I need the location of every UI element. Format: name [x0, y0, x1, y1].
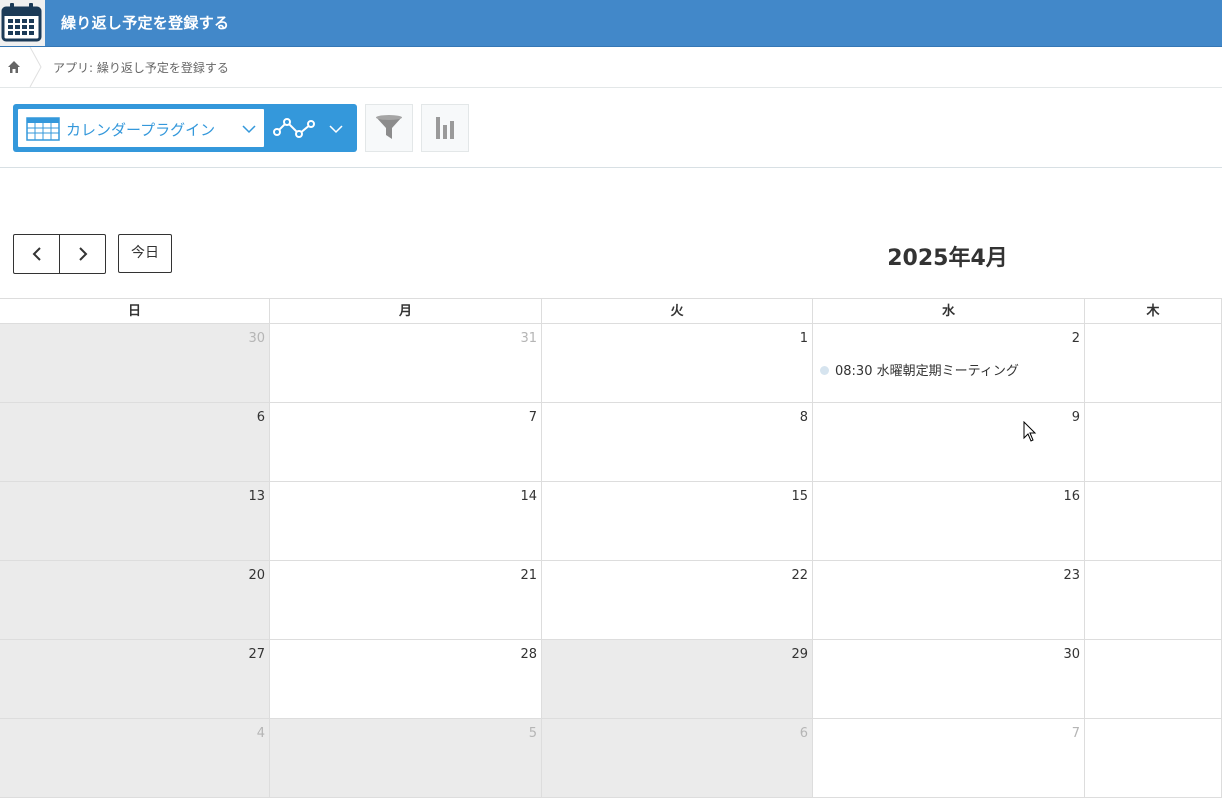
day-cell[interactable]: 20: [0, 561, 270, 640]
day-cell[interactable]: [1085, 561, 1222, 640]
day-number: 7: [1071, 726, 1080, 741]
day-number: 28: [520, 647, 537, 662]
day-number: 1: [799, 331, 808, 346]
day-cell[interactable]: 9: [813, 403, 1085, 482]
funnel-icon: [376, 115, 402, 139]
view-name-label: カレンダープラグイン: [66, 121, 216, 139]
day-number: 16: [1063, 489, 1080, 504]
day-cell[interactable]: 6: [0, 403, 270, 482]
day-number: 30: [1063, 647, 1080, 662]
filter-button[interactable]: [365, 104, 413, 152]
weekday-header: 月: [270, 298, 542, 324]
day-number: 8: [799, 410, 808, 425]
day-number: 27: [248, 647, 265, 662]
day-number: 6: [799, 726, 808, 741]
view-dropdown[interactable]: カレンダープラグイン: [18, 109, 264, 147]
day-number: 30: [248, 331, 265, 346]
weekday-header: 日: [0, 298, 270, 324]
day-number: 31: [520, 331, 537, 346]
day-cell[interactable]: 22: [542, 561, 813, 640]
today-button[interactable]: 今日: [118, 234, 172, 273]
table-icon: [26, 117, 60, 141]
day-cell[interactable]: 14: [270, 482, 542, 561]
day-cell[interactable]: 21: [270, 561, 542, 640]
day-number: 15: [791, 489, 808, 504]
day-cell[interactable]: 13: [0, 482, 270, 561]
event-title: 08:30 水曜朝定期ミーティング: [835, 364, 1019, 379]
day-cell[interactable]: 2 08:30 水曜朝定期ミーティング: [813, 324, 1085, 403]
day-cell[interactable]: [1085, 324, 1222, 403]
day-cell[interactable]: 30: [813, 640, 1085, 719]
calendar-event[interactable]: 08:30 水曜朝定期ミーティング: [820, 360, 1019, 379]
graph-chevron-down-icon[interactable]: [329, 124, 343, 134]
day-number: 29: [791, 647, 808, 662]
calendar-nav: [13, 234, 106, 274]
weekday-header: 木: [1085, 298, 1222, 324]
day-cell[interactable]: 4: [0, 719, 270, 798]
toolbar-divider: [0, 167, 1222, 168]
day-cell[interactable]: 29: [542, 640, 813, 719]
day-number: 5: [528, 726, 537, 741]
app-title: 繰り返し予定を登録する: [61, 14, 230, 32]
day-number: 9: [1071, 410, 1080, 425]
chevron-down-icon: [242, 125, 256, 134]
day-cell[interactable]: 30: [0, 324, 270, 403]
bar-chart-icon: [436, 117, 454, 139]
chevron-left-icon: [32, 247, 41, 261]
day-cell[interactable]: 5: [270, 719, 542, 798]
weekday-header: 水: [813, 298, 1085, 324]
day-number: 2: [1071, 331, 1080, 346]
day-number: 4: [256, 726, 265, 741]
chart-button[interactable]: [421, 104, 469, 152]
day-cell[interactable]: 7: [270, 403, 542, 482]
day-cell[interactable]: 1: [542, 324, 813, 403]
day-cell[interactable]: [1085, 640, 1222, 719]
month-title: 2025年4月: [887, 246, 1008, 271]
day-number: 20: [248, 568, 265, 583]
day-cell[interactable]: [1085, 482, 1222, 561]
next-month-button[interactable]: [60, 235, 105, 273]
breadcrumb-separator-icon: [29, 47, 42, 87]
month-calendar: 日月火水木 30 31 1 2 08:30 水曜朝定期ミーティング 6 7 8 9 13 14 15 16…: [0, 298, 1222, 798]
day-cell[interactable]: 6: [542, 719, 813, 798]
mouse-cursor-icon: [1023, 421, 1037, 442]
day-cell[interactable]: 7: [813, 719, 1085, 798]
day-cell[interactable]: 23: [813, 561, 1085, 640]
day-number: 13: [248, 489, 265, 504]
day-cell[interactable]: [1085, 719, 1222, 798]
day-cell[interactable]: 8: [542, 403, 813, 482]
day-cell[interactable]: 31: [270, 324, 542, 403]
day-cell[interactable]: 15: [542, 482, 813, 561]
event-dot-icon: [820, 366, 829, 375]
day-number: 23: [1063, 568, 1080, 583]
day-number: 7: [528, 410, 537, 425]
day-cell[interactable]: [1085, 403, 1222, 482]
day-cell[interactable]: 16: [813, 482, 1085, 561]
chevron-right-icon: [79, 247, 88, 261]
view-selector: カレンダープラグイン: [13, 104, 357, 152]
day-number: 6: [256, 410, 265, 425]
home-icon[interactable]: [6, 59, 22, 75]
line-graph-icon[interactable]: [273, 116, 315, 140]
day-number: 22: [791, 568, 808, 583]
weekday-header: 火: [542, 298, 813, 324]
day-cell[interactable]: 28: [270, 640, 542, 719]
breadcrumb-app-link[interactable]: アプリ: 繰り返し予定を登録する: [53, 59, 229, 76]
calendar-icon: [0, 0, 45, 46]
app-header: 繰り返し予定を登録する: [0, 0, 1222, 47]
prev-month-button[interactable]: [14, 235, 60, 273]
breadcrumb: アプリ: 繰り返し予定を登録する: [0, 47, 1222, 88]
day-cell[interactable]: 27: [0, 640, 270, 719]
day-number: 14: [520, 489, 537, 504]
day-number: 21: [520, 568, 537, 583]
